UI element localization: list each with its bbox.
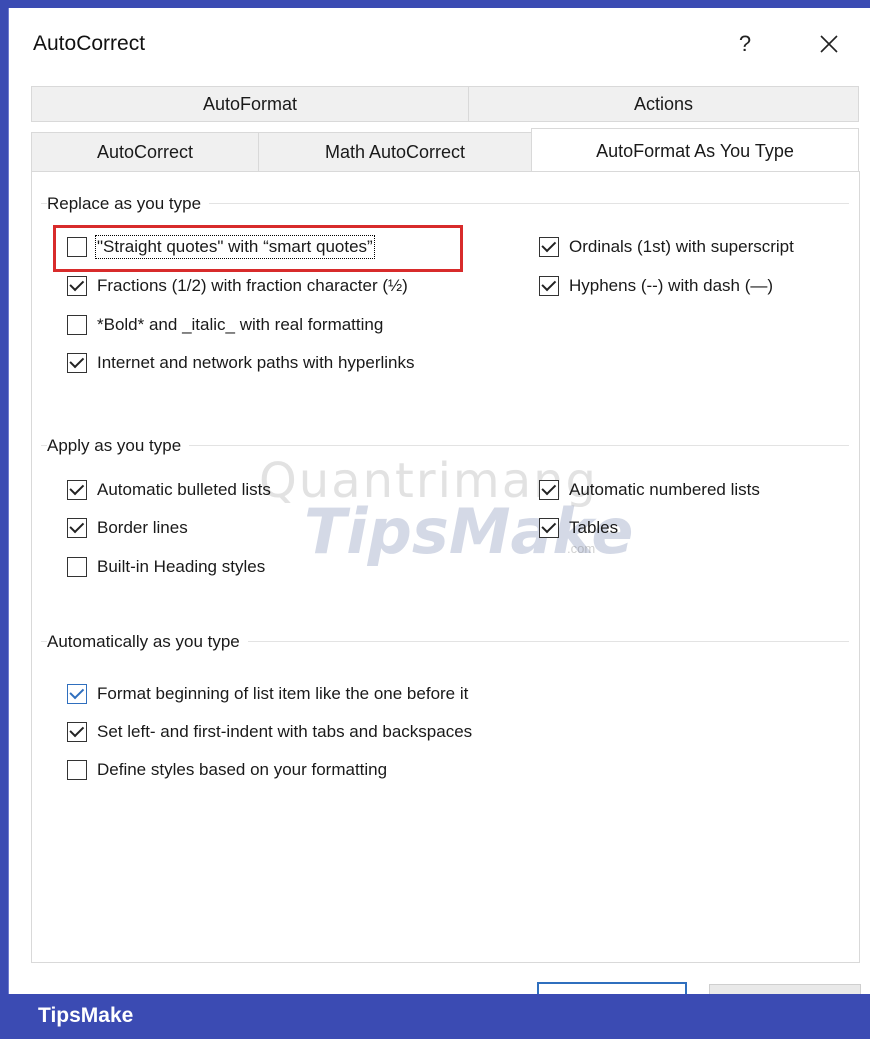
checkbox[interactable]: [67, 480, 87, 500]
option-label: Internet and network paths with hyperlin…: [97, 353, 415, 372]
option-define-styles[interactable]: Define styles based on your formatting: [67, 756, 387, 784]
option-tables[interactable]: Tables: [539, 514, 618, 542]
option-format-list-item[interactable]: Format beginning of list item like the o…: [67, 680, 468, 708]
footer-brand: TipsMake: [38, 1004, 134, 1027]
option-label: Format beginning of list item like the o…: [97, 684, 469, 703]
tab-label: Math AutoCorrect: [324, 141, 466, 162]
checkbox[interactable]: [67, 722, 87, 742]
option-bulleted-lists[interactable]: Automatic bulleted lists: [67, 476, 271, 504]
option-hyperlinks[interactable]: Internet and network paths with hyperlin…: [67, 349, 415, 377]
checkbox[interactable]: [67, 518, 87, 538]
tab-autocorrect[interactable]: AutoCorrect: [31, 132, 259, 172]
option-label: Tables: [569, 518, 619, 537]
group-label-apply: Apply as you type: [47, 436, 190, 456]
option-smart-quotes[interactable]: "Straight quotes" with “smart quotes”: [67, 233, 375, 261]
tab-label: Actions: [633, 93, 694, 114]
checkbox[interactable]: [67, 237, 87, 257]
title-bar: AutoCorrect ?: [9, 8, 870, 76]
tab-strip: AutoFormat Actions AutoCorrect Math Auto…: [31, 86, 859, 173]
tab-label: AutoCorrect: [96, 141, 194, 162]
autocorrect-dialog: AutoCorrect ? AutoFormat Actions AutoCor…: [8, 8, 870, 1032]
checkbox[interactable]: [67, 315, 87, 335]
option-heading-styles[interactable]: Built-in Heading styles: [67, 553, 265, 581]
option-label: Fractions (1/2) with fraction character …: [97, 276, 408, 295]
checkbox[interactable]: [67, 353, 87, 373]
dialog-title: AutoCorrect: [33, 32, 146, 55]
tab-actions[interactable]: Actions: [468, 86, 859, 122]
option-label: "Straight quotes" with “smart quotes”: [95, 235, 375, 259]
close-button[interactable]: [809, 24, 849, 64]
footer-bar: TipsMake: [0, 994, 870, 1039]
tab-autoformat[interactable]: AutoFormat: [31, 86, 469, 122]
checkbox[interactable]: [539, 237, 559, 257]
help-button[interactable]: ?: [725, 26, 765, 62]
option-numbered-lists[interactable]: Automatic numbered lists: [539, 476, 760, 504]
checkbox[interactable]: [539, 276, 559, 296]
checkbox[interactable]: [539, 518, 559, 538]
option-ordinals[interactable]: Ordinals (1st) with superscript: [539, 233, 794, 261]
option-label: Built-in Heading styles: [97, 557, 266, 576]
tab-label: AutoFormat As You Type: [596, 140, 794, 161]
tab-autoformat-as-you-type[interactable]: AutoFormat As You Type: [531, 128, 859, 173]
option-label: Border lines: [97, 518, 188, 537]
option-label: Automatic numbered lists: [569, 480, 760, 499]
group-label-replace: Replace as you type: [47, 194, 210, 214]
tab-label: AutoFormat: [202, 93, 298, 114]
checkbox[interactable]: [67, 684, 87, 704]
option-label: Define styles based on your formatting: [97, 760, 388, 779]
option-border-lines[interactable]: Border lines: [67, 514, 188, 542]
option-hyphens[interactable]: Hyphens (--) with dash (—): [539, 272, 773, 300]
option-label: *Bold* and _italic_ with real formatting: [97, 315, 384, 334]
group-label-automatic: Automatically as you type: [47, 632, 248, 652]
option-fractions[interactable]: Fractions (1/2) with fraction character …: [67, 272, 408, 300]
option-bold-italic[interactable]: *Bold* and _italic_ with real formatting: [67, 311, 383, 339]
option-label: Automatic bulleted lists: [97, 480, 271, 499]
checkbox[interactable]: [539, 480, 559, 500]
checkbox[interactable]: [67, 557, 87, 577]
option-indent-tabs[interactable]: Set left- and first-indent with tabs and…: [67, 718, 472, 746]
checkbox[interactable]: [67, 276, 87, 296]
option-label: Hyphens (--) with dash (—): [569, 276, 774, 295]
checkbox[interactable]: [67, 760, 87, 780]
option-label: Set left- and first-indent with tabs and…: [97, 722, 473, 741]
option-label: Ordinals (1st) with superscript: [569, 237, 794, 256]
tab-math-autocorrect[interactable]: Math AutoCorrect: [258, 132, 532, 172]
close-icon: [820, 35, 838, 53]
